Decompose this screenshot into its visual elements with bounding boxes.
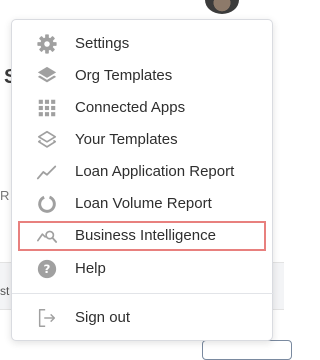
menu-divider [12,293,274,294]
background-input-box [202,340,292,360]
user-dropdown-menu: Settings Org Templates Connected Apps Yo… [11,19,274,341]
menu-item-business-intelligence[interactable]: Business Intelligence [18,221,266,251]
menu-item-loan-volume-report[interactable]: Loan Volume Report [12,188,274,220]
apps-grid-icon [36,97,58,119]
menu-item-label: Loan Volume Report [75,195,212,212]
menu-item-connected-apps[interactable]: Connected Apps [12,92,274,124]
menu-item-sign-out[interactable]: Sign out [12,302,274,334]
menu-item-label: Org Templates [75,67,173,84]
menu-item-your-templates[interactable]: Your Templates [12,124,274,156]
menu-item-label: Settings [75,35,130,52]
ring-chart-icon [36,193,58,215]
menu-item-org-templates[interactable]: Org Templates [12,60,274,92]
menu-item-help[interactable]: ? Help [12,253,274,285]
menu-item-label: Help [75,260,106,277]
menu-item-label: Sign out [75,309,131,326]
menu-item-label: Connected Apps [75,99,186,116]
help-circle-icon: ? [36,258,58,280]
layers-outline-icon [36,129,58,151]
menu-item-loan-application-report[interactable]: Loan Application Report [12,156,274,188]
background-row-fragment: st [0,284,10,298]
menu-item-label: Business Intelligence [75,227,216,244]
layers-filled-icon [36,65,58,87]
menu-item-label: Loan Application Report [75,163,235,180]
gear-icon [36,33,58,55]
menu-item-label: Your Templates [75,131,178,148]
sign-out-icon [36,307,58,329]
trend-line-icon [36,161,58,183]
chart-search-icon [36,225,58,247]
menu-item-settings[interactable]: Settings [12,28,274,60]
svg-text:?: ? [44,262,51,276]
